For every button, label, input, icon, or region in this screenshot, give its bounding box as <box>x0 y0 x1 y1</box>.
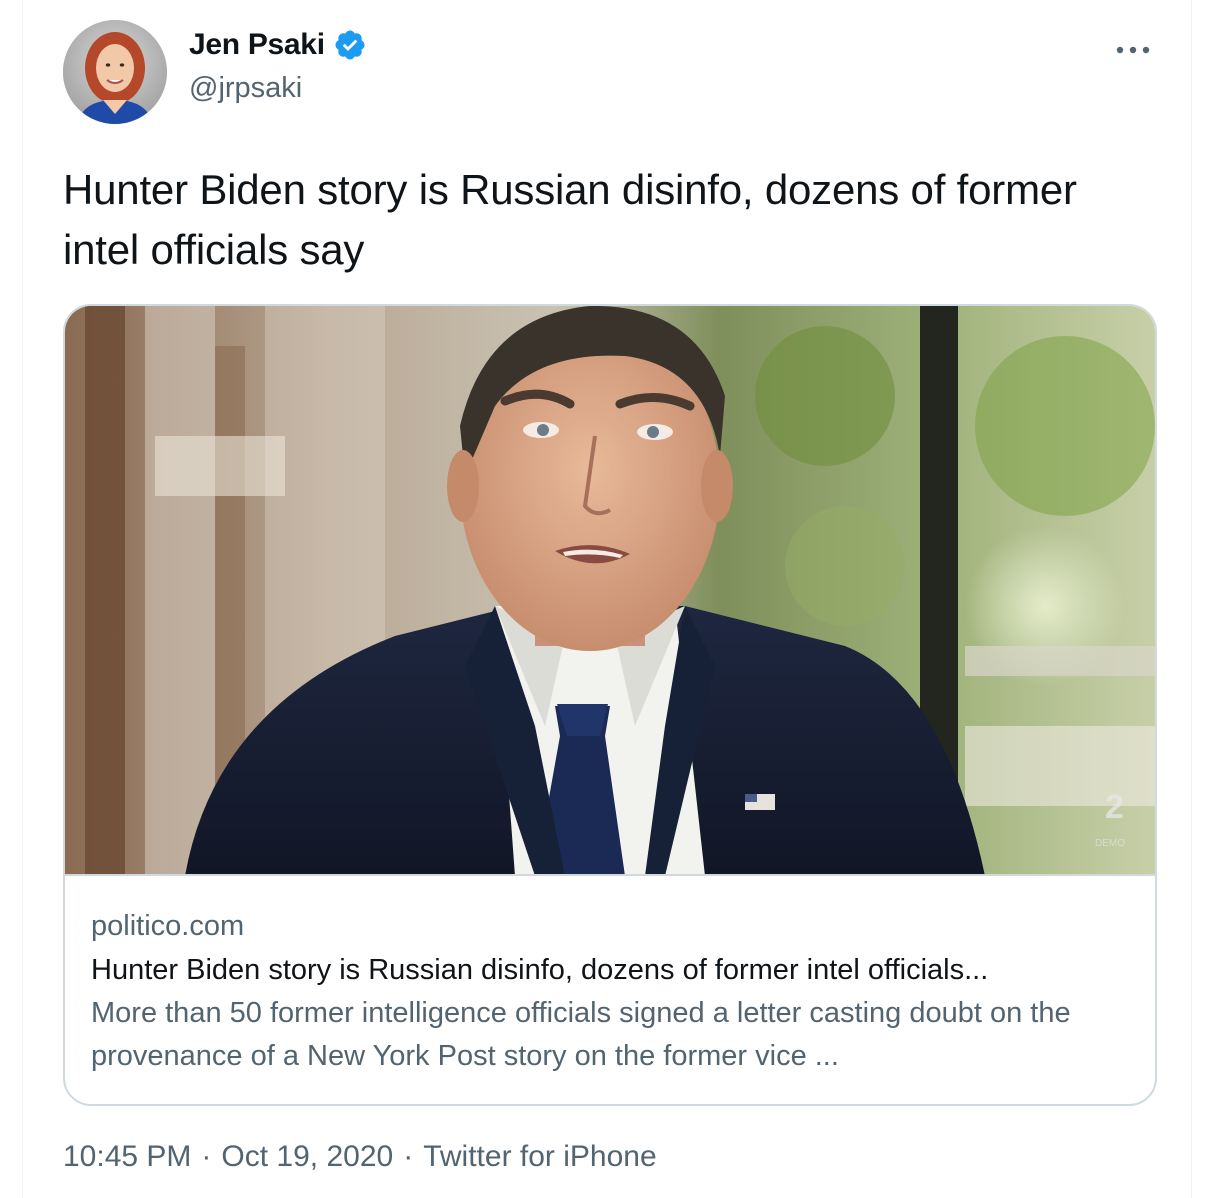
tweet-meta: 10:45 PM · Oct 19, 2020 · Twitter for iP… <box>63 1140 657 1174</box>
tweet-date[interactable]: Oct 19, 2020 <box>221 1140 393 1174</box>
card-body: politico.com Hunter Biden story is Russi… <box>91 904 1141 1078</box>
card-photo: 2 DEMO <box>65 306 1155 874</box>
svg-text:DEMO: DEMO <box>1095 838 1125 849</box>
tweet-container: Jen Psaki @jrpsaki Hunter Biden story is… <box>22 0 1192 1198</box>
author-handle[interactable]: @jrpsaki <box>189 72 302 105</box>
tweet-text: Hunter Biden story is Russian disinfo, d… <box>63 166 1077 273</box>
card-description: More than 50 former intelligence officia… <box>91 997 1071 1072</box>
separator-dot: · <box>403 1140 414 1173</box>
svg-text:2: 2 <box>1105 788 1124 826</box>
card-image: 2 DEMO <box>65 306 1155 876</box>
tweet-source: Twitter for iPhone <box>423 1140 657 1173</box>
card-title: Hunter Biden story is Russian disinfo, d… <box>91 954 989 986</box>
avatar-image <box>63 20 167 124</box>
more-horizontal-icon <box>1116 46 1150 54</box>
author-name-row: Jen Psaki <box>189 28 367 62</box>
tweet-time[interactable]: 10:45 PM <box>63 1140 191 1174</box>
separator-dot: · <box>201 1140 212 1173</box>
author-name[interactable]: Jen Psaki <box>189 28 325 62</box>
card-domain: politico.com <box>91 910 245 942</box>
link-preview-card[interactable]: 2 DEMO politico.com Hunter Biden story i… <box>63 304 1157 1106</box>
more-button[interactable] <box>1111 32 1155 68</box>
verified-badge-icon <box>333 28 367 62</box>
avatar[interactable] <box>63 20 167 124</box>
